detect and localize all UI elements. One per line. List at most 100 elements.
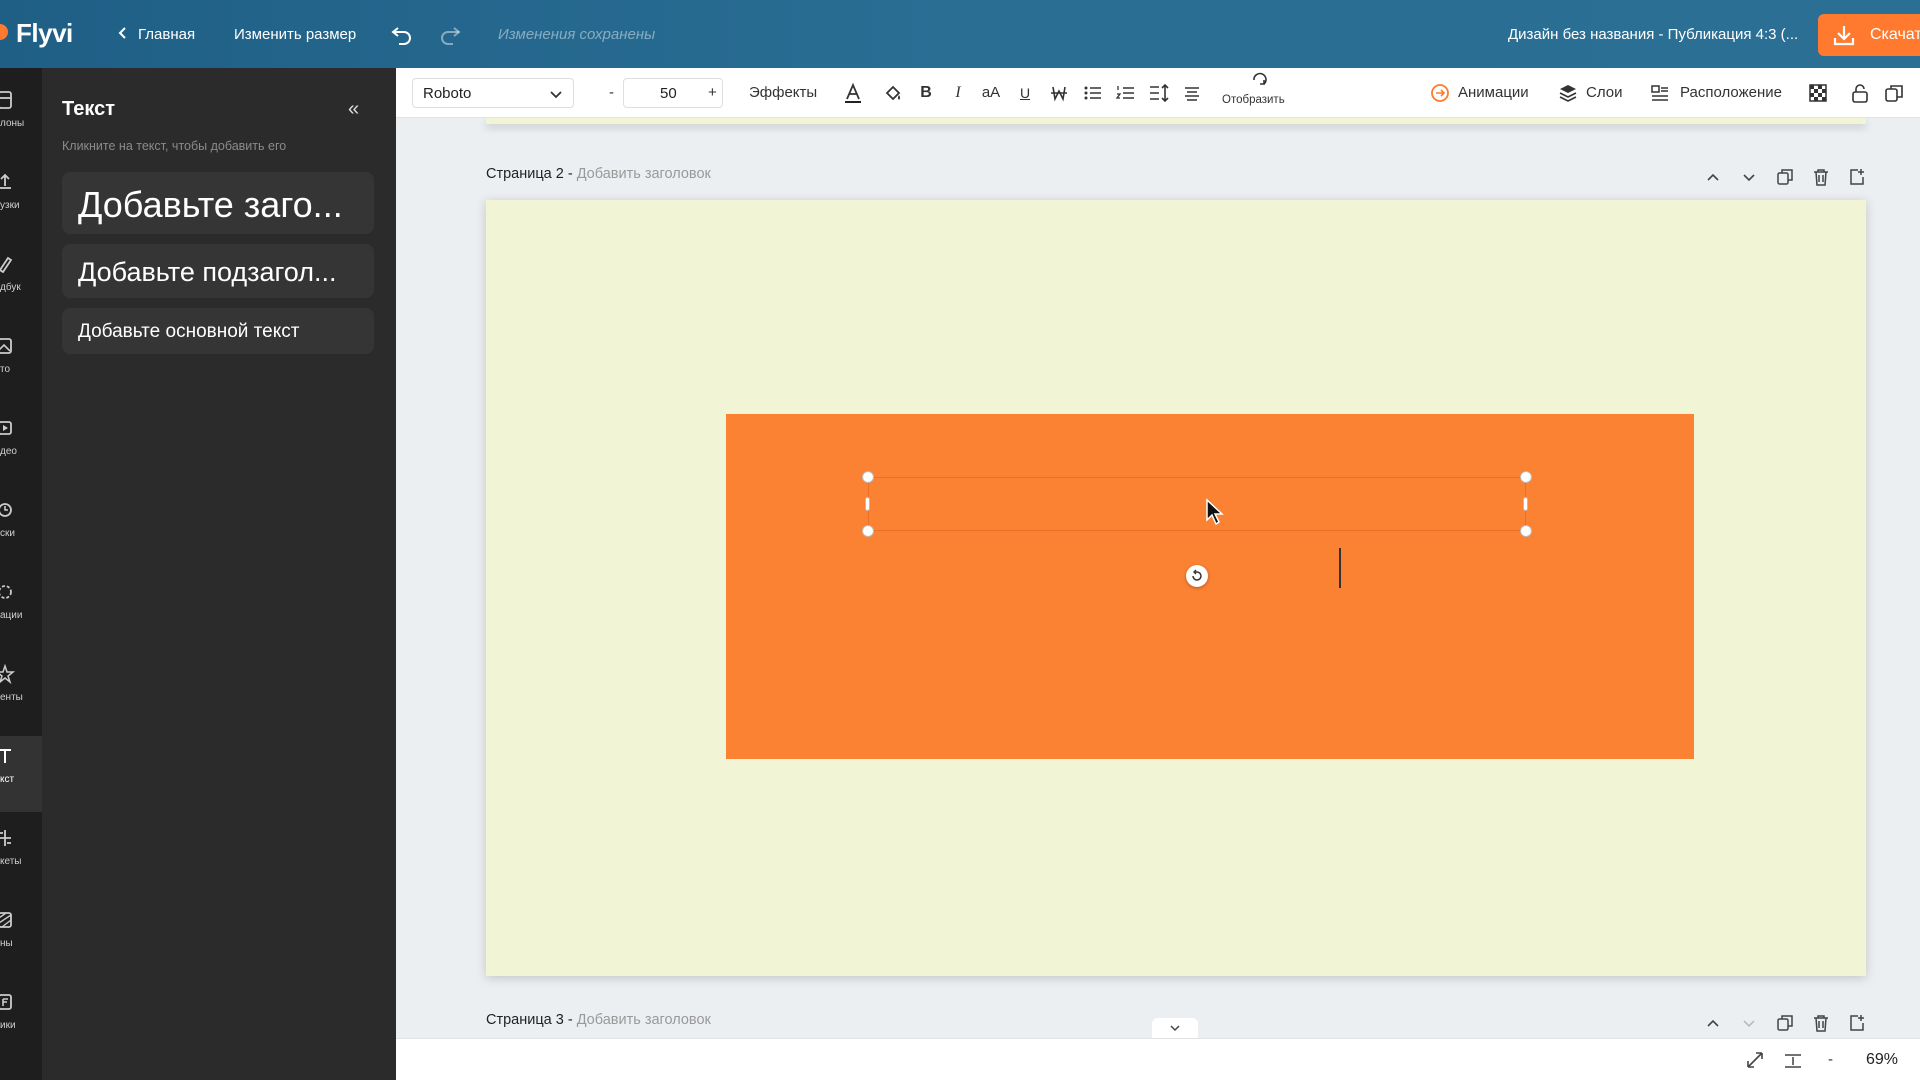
resize-handle-top-left[interactable] — [862, 471, 874, 483]
font-family-value: Roboto — [423, 85, 472, 102]
chevron-down-icon — [1170, 1025, 1180, 1032]
rotate-icon — [1192, 569, 1202, 581]
home-link[interactable]: Главная — [138, 26, 195, 43]
mouse-cursor-icon — [1206, 498, 1224, 526]
rail-item-uploads[interactable]: узки — [0, 162, 42, 238]
animation-icon — [0, 585, 12, 599]
font-size-decrease[interactable]: - — [609, 84, 614, 101]
rail-label: ации — [0, 610, 23, 621]
page-2-label: Страница 2 - Добавить заголовок — [486, 166, 711, 182]
download-label: Скачат — [1870, 26, 1920, 43]
orange-rectangle-shape[interactable] — [726, 414, 1694, 759]
layers-button[interactable]: Слои — [1558, 81, 1628, 105]
panel-title: Текст — [62, 98, 116, 120]
text-caret — [1339, 548, 1341, 588]
zoom-out-button[interactable]: - — [1828, 1051, 1833, 1068]
chevron-down-icon[interactable] — [1738, 1012, 1760, 1034]
app-logo[interactable]: Flyvi — [16, 18, 73, 49]
align-center-icon[interactable] — [1180, 81, 1204, 105]
upload-icon — [0, 173, 11, 189]
duplicate-page-icon[interactable] — [1774, 166, 1796, 188]
font-family-select[interactable]: Roboto — [412, 78, 574, 108]
download-button[interactable]: Скачат — [1818, 14, 1920, 56]
page-3-title: Страница 3 - — [486, 1012, 573, 1028]
italic-icon[interactable]: I — [946, 81, 970, 105]
video-icon — [0, 421, 12, 435]
design-title[interactable]: Дизайн без названия - Публикация 4:3 (..… — [1508, 26, 1798, 43]
rail-label: ски — [0, 528, 15, 539]
resize-button[interactable]: Изменить размер — [234, 26, 356, 43]
add-page-icon[interactable] — [1846, 166, 1868, 188]
effects-button[interactable]: Эффекты — [749, 84, 817, 101]
rail-label: то — [0, 364, 11, 375]
page-3-add-title[interactable]: Добавить заголовок — [577, 1012, 711, 1028]
duplicate-icon[interactable] — [1882, 81, 1906, 105]
add-body-text-preset[interactable]: Добавьте основной текст — [62, 308, 374, 354]
rail-item-templates[interactable]: лоны — [0, 80, 42, 156]
page-2-canvas[interactable] — [486, 200, 1866, 976]
rail-label: енты — [0, 692, 23, 703]
page-2-add-title[interactable]: Добавить заголовок — [577, 166, 711, 182]
add-page-icon[interactable] — [1846, 1012, 1868, 1034]
font-size-value: 50 — [660, 85, 677, 102]
page-3-label: Страница 3 - Добавить заголовок — [486, 1012, 711, 1028]
rotate-handle[interactable] — [1186, 565, 1208, 587]
mirror-button[interactable]: Отобразить — [1222, 72, 1298, 114]
fit-page-icon[interactable] — [1782, 1049, 1804, 1071]
resize-handle-right[interactable] — [1523, 497, 1528, 511]
chevron-up-icon[interactable] — [1702, 1012, 1724, 1034]
transparency-icon[interactable] — [1806, 81, 1830, 105]
resize-handle-top-right[interactable] — [1520, 471, 1532, 483]
resize-handle-bottom-left[interactable] — [862, 525, 874, 537]
rail-item-photo[interactable]: то — [0, 326, 42, 402]
bullet-list-icon[interactable] — [1081, 81, 1105, 105]
rail-item-masks[interactable]: ски — [0, 490, 42, 566]
brandbook-icon — [0, 256, 13, 274]
zoom-level[interactable]: 69% — [1866, 1051, 1898, 1069]
text-color-icon[interactable] — [841, 81, 865, 105]
line-spacing-icon[interactable] — [1147, 81, 1171, 105]
highlight-color-icon[interactable] — [881, 81, 905, 105]
collapse-panel-button[interactable]: « — [348, 98, 359, 121]
chevron-down-icon[interactable] — [1738, 166, 1760, 188]
duplicate-page-icon[interactable] — [1774, 1012, 1796, 1034]
chevron-left-icon[interactable] — [116, 26, 130, 40]
fullscreen-icon[interactable] — [1744, 1049, 1766, 1071]
rail-item-elements[interactable]: енты — [0, 654, 42, 730]
rail-item-animation[interactable]: ации — [0, 572, 42, 648]
resize-handle-left[interactable] — [865, 497, 870, 511]
font-size-increase[interactable]: + — [708, 84, 717, 101]
chevron-up-icon[interactable] — [1702, 166, 1724, 188]
numbered-list-icon[interactable] — [1114, 81, 1138, 105]
rail-item-text[interactable]: кст — [0, 736, 42, 812]
rail-label: ны — [0, 938, 13, 949]
trash-icon[interactable] — [1810, 166, 1832, 188]
text-case-icon[interactable]: aA — [979, 81, 1003, 105]
add-subheading-preset[interactable]: Добавьте подзагол... — [62, 244, 374, 298]
rail-item-backgrounds[interactable]: ны — [0, 900, 42, 976]
bold-icon[interactable]: B — [914, 81, 938, 105]
rail-label: узки — [0, 200, 20, 211]
rail-item-video[interactable]: део — [0, 408, 42, 484]
canvas-area[interactable]: Страница 2 - Добавить заголовок Страница… — [396, 118, 1920, 1038]
trash-icon[interactable] — [1810, 1012, 1832, 1034]
animations-button[interactable]: Анимации — [1430, 81, 1540, 105]
save-status: Изменения сохранены — [498, 26, 656, 43]
undo-icon[interactable] — [390, 22, 414, 46]
chevron-down-icon — [550, 91, 562, 99]
redo-icon[interactable] — [438, 22, 462, 46]
rail-item-charts[interactable]: ики — [0, 982, 42, 1058]
pages-panel-toggle[interactable] — [1152, 1018, 1198, 1038]
add-heading-preset[interactable]: Добавьте заго... — [62, 172, 374, 234]
underline-icon[interactable]: U — [1013, 81, 1037, 105]
rail-item-brandbook[interactable]: дбук — [0, 244, 42, 320]
animation-icon — [1431, 84, 1449, 102]
format-toolbar: Roboto - 50 + Эффекты B I aA U Отобразит… — [396, 68, 1920, 118]
arrange-button[interactable]: Расположение — [1650, 81, 1790, 105]
strikethrough-icon[interactable] — [1047, 81, 1071, 105]
lock-icon[interactable] — [1848, 81, 1872, 105]
text-box-selection[interactable] — [868, 477, 1526, 588]
elements-icon — [0, 664, 16, 684]
resize-handle-bottom-right[interactable] — [1520, 525, 1532, 537]
rail-item-layouts[interactable]: кеты — [0, 818, 42, 894]
